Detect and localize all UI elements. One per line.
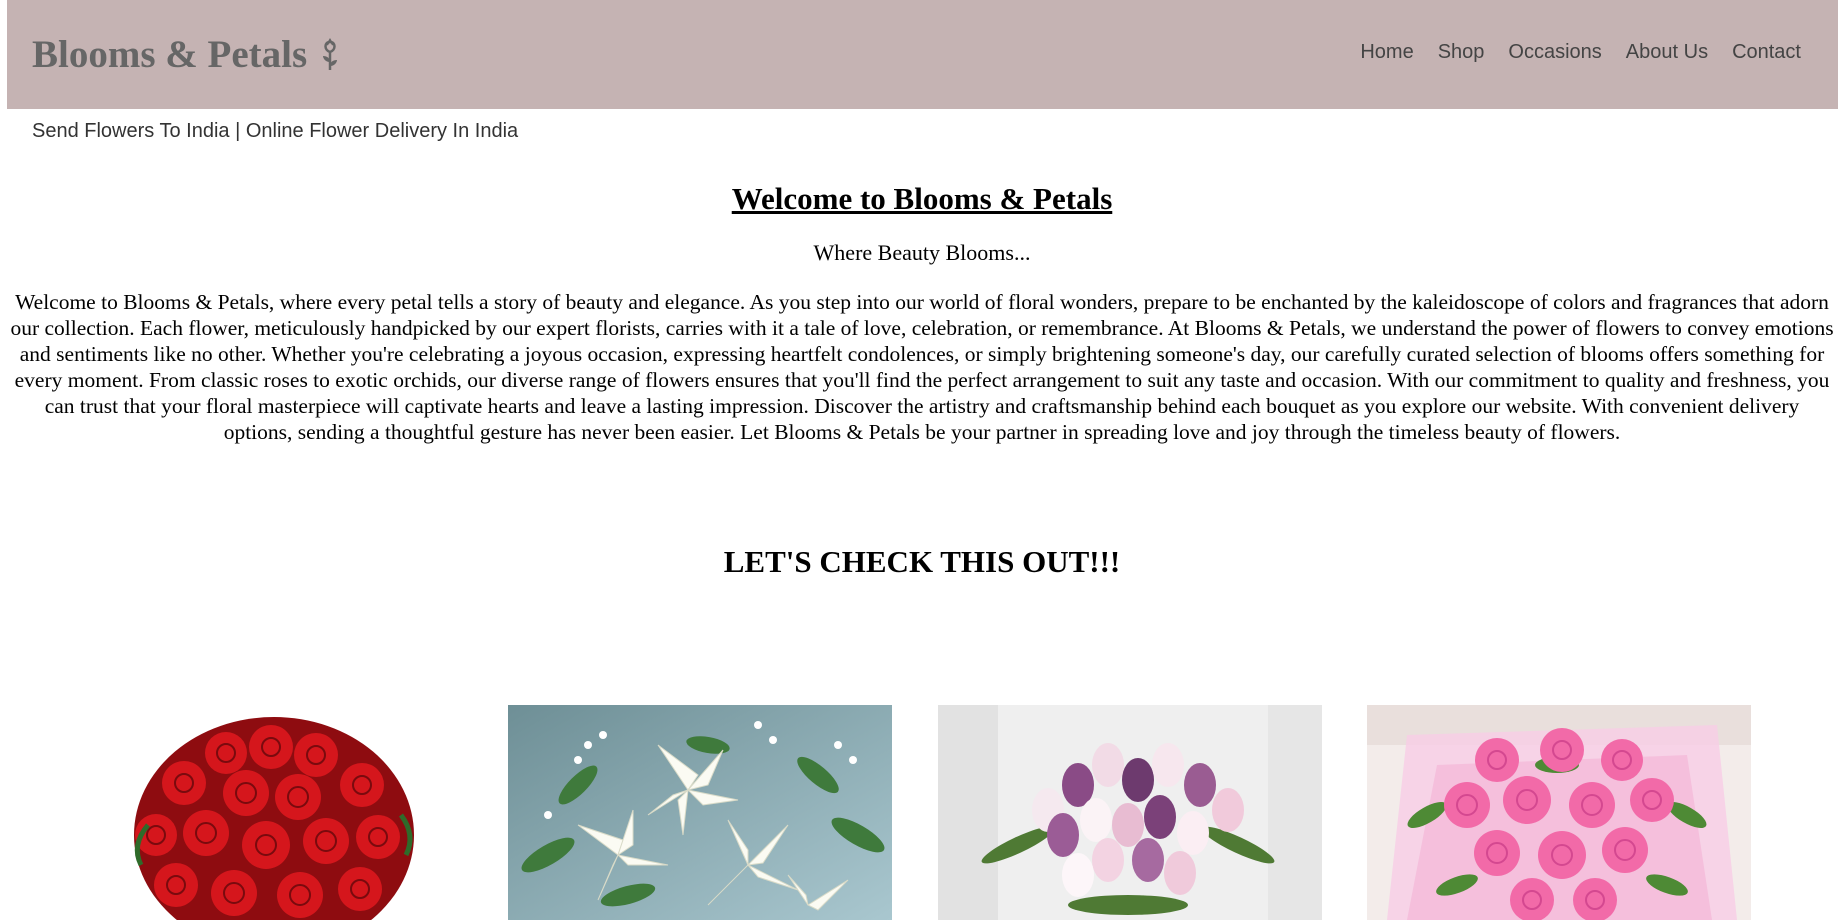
nav-occasions[interactable]: Occasions — [1496, 36, 1613, 68]
red-roses-image[interactable] — [116, 705, 500, 920]
intro-paragraph: Welcome to Blooms & Petals, where every … — [10, 290, 1834, 444]
nav-home[interactable]: Home — [1348, 36, 1425, 68]
tagline: Send Flowers To India | Online Flower De… — [32, 120, 519, 142]
pink-roses-image[interactable] — [1367, 705, 1751, 920]
site-header: Blooms & Petals Home Shop Occasions Abou… — [7, 0, 1838, 109]
subtitle: Where Beauty Blooms... — [813, 240, 1031, 265]
nav-shop[interactable]: Shop — [1426, 36, 1497, 68]
cta-heading: LET'S CHECK THIS OUT!!! — [723, 544, 1121, 579]
brand-name: Blooms & Petals — [32, 33, 308, 76]
tulips-image[interactable] — [938, 705, 1322, 920]
nav-contact[interactable]: Contact — [1720, 36, 1813, 68]
white-lilies-image[interactable] — [508, 705, 892, 920]
nav-about-us[interactable]: About Us — [1614, 36, 1720, 68]
welcome-title: Welcome to Blooms & Petals — [731, 181, 1113, 216]
main-nav: Home Shop Occasions About Us Contact — [1348, 36, 1813, 68]
flower-icon — [319, 38, 341, 72]
product-gallery — [0, 705, 1844, 920]
brand[interactable]: Blooms & Petals — [32, 30, 341, 80]
